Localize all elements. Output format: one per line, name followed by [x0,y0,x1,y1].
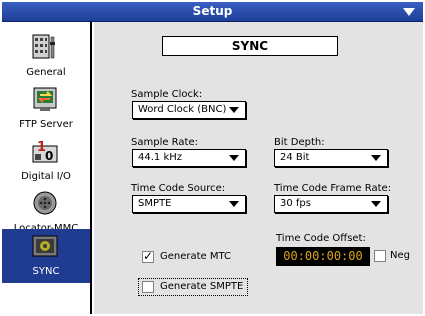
neg-checkbox[interactable] [374,250,386,262]
time-code-source-value: SMPTE [138,198,172,209]
sidebar-item-digital-io[interactable]: 1 0 Digital I/O [2,134,90,188]
sample-clock-dropdown[interactable]: Word Clock (BNC) [132,101,246,119]
locator-mmc-icon [32,190,58,216]
sidebar-item-label: SYNC [32,266,60,277]
time-code-frame-rate-label: Time Code Frame Rate: [274,183,392,194]
sidebar-item-label: Digital I/O [21,171,71,182]
time-code-source-label: Time Code Source: [131,183,226,194]
generate-smpte-label: Generate SMPTE [160,281,244,292]
generate-mtc-checkbox[interactable]: ✓ [142,249,154,263]
sync-icon [32,233,58,259]
chevron-down-icon [229,107,239,113]
sidebar: General FTP Server 1 0 Digital I/O SYNC [2,22,92,314]
generate-mtc-label: Generate MTC [160,251,232,262]
sidebar-item-general[interactable]: General [2,30,90,84]
time-code-frame-rate-dropdown[interactable]: 30 fps [274,195,388,213]
sample-clock-value: Word Clock (BNC) [138,104,227,115]
general-icon [32,34,58,60]
chevron-down-icon [229,201,239,207]
time-code-frame-rate-value: 30 fps [280,198,311,209]
sample-rate-label: Sample Rate: [131,137,198,148]
menu-arrow-icon[interactable] [403,8,415,16]
sidebar-item-label: General [26,67,66,78]
sidebar-item-ftp-server[interactable]: FTP Server [2,82,90,136]
neg-label: Neg [390,250,410,261]
ftp-server-icon [32,86,58,112]
sample-rate-value: 44.1 kHz [138,152,183,163]
time-code-source-dropdown[interactable]: SMPTE [132,195,246,213]
chevron-down-icon [229,155,239,161]
bit-depth-dropdown[interactable]: 24 Bit [274,149,388,167]
window-title: Setup [192,4,233,18]
generate-smpte-checkbox[interactable] [142,281,154,293]
bit-depth-label: Bit Depth: [274,137,325,148]
sidebar-item-sync[interactable]: SYNC [2,229,90,283]
panel-heading: SYNC [162,36,338,56]
time-code-offset-label: Time Code Offset: [276,233,366,244]
chevron-down-icon [371,155,381,161]
sample-clock-label: Sample Clock: [131,89,203,100]
digital-io-icon: 1 0 [32,138,58,164]
sync-panel: SYNC Sample Clock: Word Clock (BNC) Samp… [94,22,423,314]
time-code-offset-display[interactable]: 00:00:00:00 [276,247,370,266]
checkmark-icon: ✓ [143,249,154,263]
chevron-down-icon [371,201,381,207]
bit-depth-value: 24 Bit [280,152,310,163]
title-bar: Setup [2,2,423,22]
sidebar-item-label: FTP Server [19,119,73,130]
setup-window: Setup General FTP Server 1 0 Digital I/O… [2,2,423,314]
sample-rate-dropdown[interactable]: 44.1 kHz [132,149,246,167]
svg-text:0: 0 [45,149,53,163]
